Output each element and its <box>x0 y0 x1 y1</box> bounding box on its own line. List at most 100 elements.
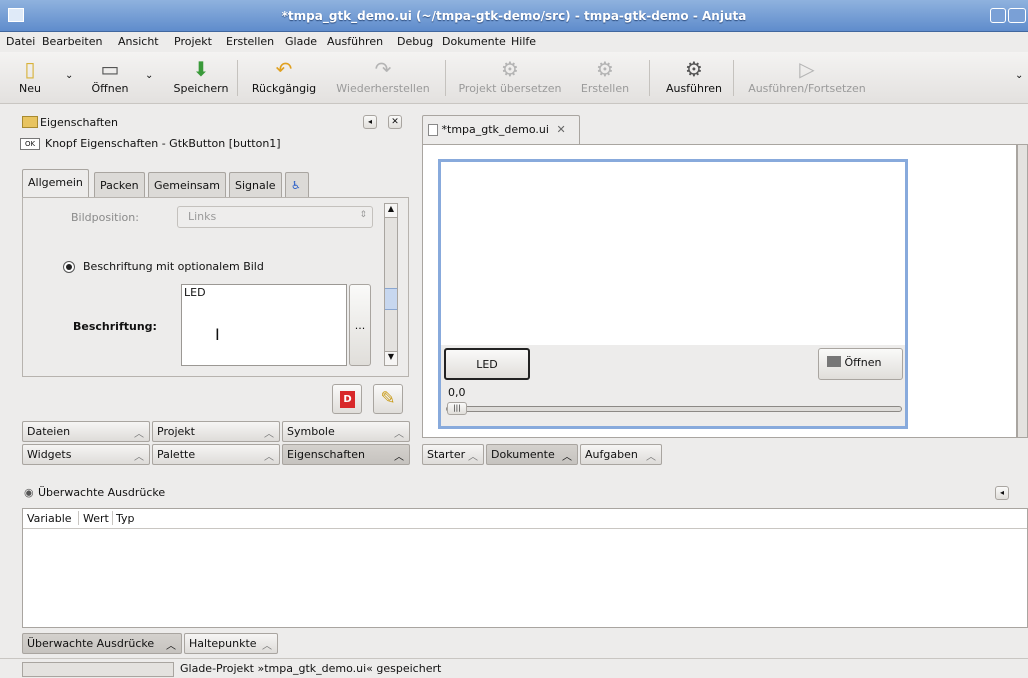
menu-projekt[interactable]: Projekt <box>174 35 212 48</box>
tab-symbole[interactable]: Symbole ︿ <box>282 421 410 442</box>
minimize-button[interactable] <box>990 8 1006 23</box>
menu-glade[interactable]: Glade <box>285 35 317 48</box>
tab-gemeinsam[interactable]: Gemeinsam <box>148 172 226 198</box>
close-panel-icon[interactable]: ✕ <box>388 115 402 129</box>
combo-arrows-icon: ⇕ <box>359 210 367 220</box>
tab-starter[interactable]: Starter ︿ <box>422 444 484 465</box>
tab-eigenschaften[interactable]: Eigenschaften ︿ <box>282 444 410 465</box>
scale-track[interactable] <box>446 406 902 412</box>
chevron-up-icon: ︿ <box>394 452 404 463</box>
chevron-up-icon: ︿ <box>646 452 656 463</box>
caption-radio[interactable] <box>63 261 75 273</box>
tab-widgets[interactable]: Widgets ︿ <box>22 444 150 465</box>
scroll-up-icon[interactable]: ▲ <box>385 204 397 218</box>
chevron-up-icon: ︿ <box>166 641 176 652</box>
watch-dock-icon[interactable]: ◂ <box>995 486 1009 500</box>
title-bar: *tmpa_gtk_demo.ui (~/tmpa-gtk-demo/src) … <box>0 0 1028 32</box>
window-title: *tmpa_gtk_demo.ui (~/tmpa-gtk-demo/src) … <box>281 9 747 23</box>
tab-signale[interactable]: Signale <box>229 172 282 198</box>
tab-palette[interactable]: Palette ︿ <box>152 444 280 465</box>
delete-icon: D <box>340 391 355 408</box>
caption-textarea[interactable]: LED I <box>181 284 347 366</box>
chevron-up-icon: ︿ <box>264 452 274 463</box>
editor-tab[interactable]: *tmpa_gtk_demo.ui ✕ <box>422 115 580 145</box>
menu-debug[interactable]: Debug <box>397 35 433 48</box>
widget-type-badge: OK <box>20 138 40 150</box>
tab-packen[interactable]: Packen <box>94 172 145 198</box>
watch-table: Variable Wert Typ <box>22 508 1028 628</box>
redo-button[interactable]: ↷ Wiederherstellen <box>333 54 433 102</box>
scale-slider-handle[interactable]: ||| <box>447 402 467 415</box>
menu-bar: Datei Bearbeiten Ansicht Projekt Erstell… <box>0 32 1028 52</box>
caption-more-button[interactable]: ... <box>349 284 371 366</box>
open-button[interactable]: ▭ Öffnen <box>88 54 132 102</box>
menu-dokumente[interactable]: Dokumente <box>442 35 506 48</box>
menu-datei[interactable]: Datei <box>6 35 35 48</box>
properties-icon <box>22 116 38 128</box>
status-bar: Glade-Projekt »tmpa_gtk_demo.ui« gespeic… <box>0 658 1028 678</box>
eye-icon: ◉ <box>24 486 34 499</box>
menu-hilfe[interactable]: Hilfe <box>511 35 536 48</box>
folder-icon: ▭ <box>100 57 120 81</box>
tab-haltepunkte[interactable]: Haltepunkte ︿ <box>184 633 278 654</box>
watch-header: Variable Wert Typ <box>23 509 1027 529</box>
menu-erstellen[interactable]: Erstellen <box>226 35 274 48</box>
broom-icon: ✎ <box>380 388 396 409</box>
build-button[interactable]: ⚙ Erstellen <box>575 54 635 102</box>
undo-button[interactable]: ↶ Rückgängig <box>243 54 325 102</box>
chevron-up-icon: ︿ <box>134 429 144 440</box>
scroll-thumb[interactable] <box>385 288 397 310</box>
chevron-up-icon: ︿ <box>468 452 478 463</box>
save-button[interactable]: ⬇ Speichern <box>170 54 232 102</box>
column-typ[interactable]: Typ <box>116 512 135 525</box>
tab-allgemein[interactable]: Allgemein <box>22 169 89 198</box>
text-cursor-icon: I <box>215 325 220 344</box>
save-icon: ⬇ <box>192 57 210 81</box>
delete-widget-button[interactable]: D <box>332 384 362 414</box>
led-button[interactable]: LED <box>444 348 530 380</box>
image-position-combo[interactable]: Links ⇕ <box>177 206 373 228</box>
run-continue-button[interactable]: ▷ Ausführen/Fortsetzen <box>743 54 871 102</box>
menu-bearbeiten[interactable]: Bearbeiten <box>42 35 102 48</box>
run-button[interactable]: ⚙ Ausführen <box>660 54 728 102</box>
widget-label: Knopf Eigenschaften - GtkButton [button1… <box>45 137 281 150</box>
scroll-down-icon[interactable]: ▼ <box>385 351 397 365</box>
chevron-up-icon: ︿ <box>134 452 144 463</box>
maximize-button[interactable] <box>1008 8 1026 23</box>
value-label: 0,0 <box>448 386 466 399</box>
open-dropdown-icon[interactable]: ⌄ <box>145 70 153 81</box>
caption-label: Beschriftung: <box>73 320 157 333</box>
close-tab-icon[interactable]: ✕ <box>556 123 565 136</box>
new-dropdown-icon[interactable]: ⌄ <box>65 70 73 81</box>
compile-project-button[interactable]: ⚙ Projekt übersetzen <box>455 54 565 102</box>
play-icon: ▷ <box>799 57 815 81</box>
build-icon: ⚙ <box>596 57 614 81</box>
document-icon <box>428 124 438 136</box>
undo-icon: ↶ <box>275 57 293 81</box>
tab-watch-expressions[interactable]: Überwachte Ausdrücke ︿ <box>22 633 182 654</box>
toolbar-overflow-icon[interactable]: ⌄ <box>1015 70 1023 81</box>
column-variable[interactable]: Variable <box>27 512 72 525</box>
tab-dateien[interactable]: Dateien ︿ <box>22 421 150 442</box>
chevron-up-icon: ︿ <box>562 452 572 463</box>
toolbar: ▯ Neu ⌄ ▭ Öffnen ⌄ ⬇ Speichern ↶ Rückgän… <box>0 52 1028 104</box>
properties-scrollbar[interactable]: ▲ ▼ <box>384 203 398 366</box>
open-file-button[interactable]: Öffnen <box>818 348 903 380</box>
designed-window: LED Öffnen 0,0 ||| <box>438 159 908 429</box>
tab-aufgaben[interactable]: Aufgaben ︿ <box>580 444 662 465</box>
dock-icon[interactable]: ◂ <box>363 115 377 129</box>
chevron-up-icon: ︿ <box>394 429 404 440</box>
clear-button[interactable]: ✎ <box>373 384 403 414</box>
tab-content: Bildposition: Links ⇕ Beschriftung mit o… <box>22 197 409 377</box>
editor-scrollbar[interactable] <box>1017 144 1028 438</box>
menu-ansicht[interactable]: Ansicht <box>118 35 159 48</box>
tab-projekt[interactable]: Projekt ︿ <box>152 421 280 442</box>
watch-panel: ◉ Überwachte Ausdrücke ◂ Variable Wert T… <box>0 480 1028 630</box>
tab-dokumente[interactable]: Dokumente ︿ <box>486 444 578 465</box>
tab-accessibility[interactable]: ♿ <box>285 172 309 198</box>
redo-icon: ↷ <box>374 57 392 81</box>
menu-ausfuehren[interactable]: Ausführen <box>327 35 383 48</box>
new-button[interactable]: ▯ Neu <box>10 54 50 102</box>
column-wert[interactable]: Wert <box>83 512 109 525</box>
status-message: Glade-Projekt »tmpa_gtk_demo.ui« gespeic… <box>180 662 442 675</box>
